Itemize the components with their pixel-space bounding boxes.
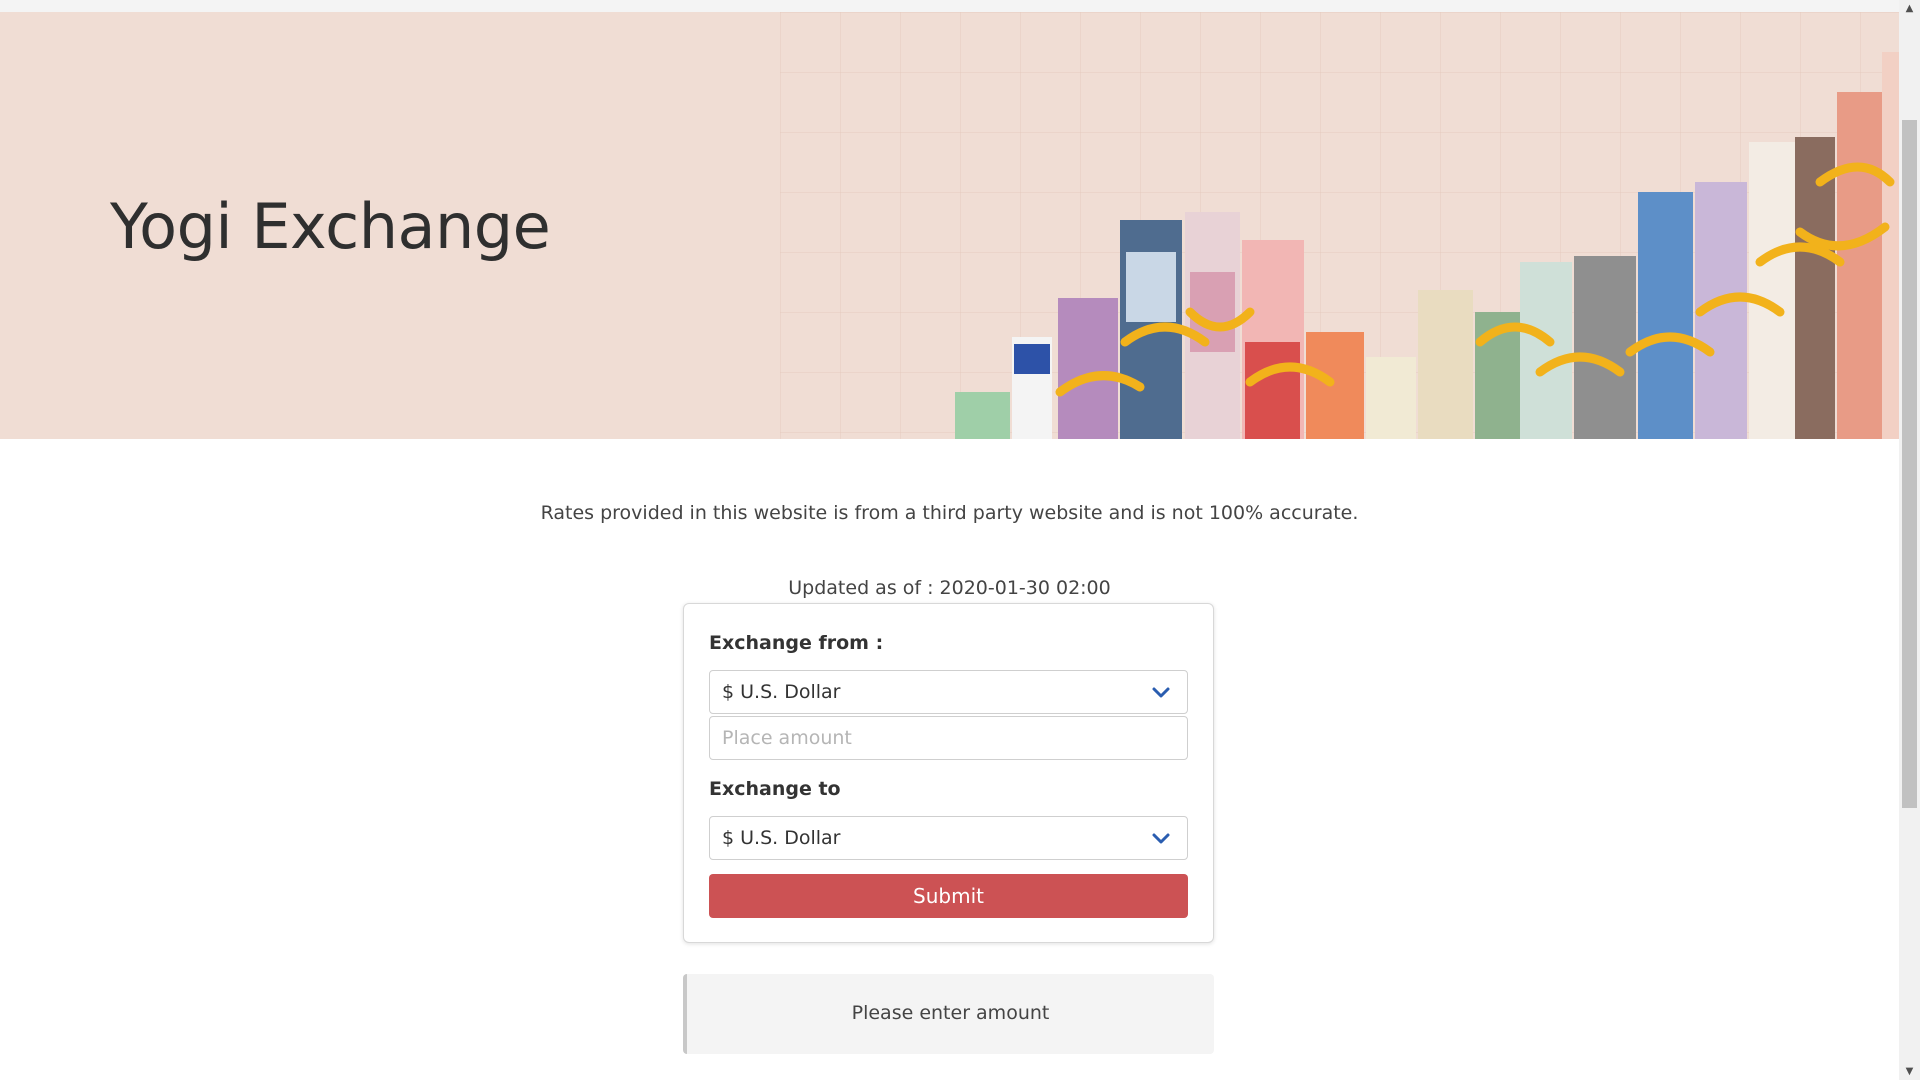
exchange-to-select[interactable]: $ U.S. Dollar: [709, 816, 1188, 860]
exchange-form-card: Exchange from : $ U.S. Dollar Exchange t…: [683, 603, 1214, 943]
page: Yogi Exchange Rates provided in this web…: [0, 0, 1899, 1080]
scroll-up-arrow-icon[interactable]: ▲: [1899, 0, 1920, 17]
exchange-from-label: Exchange from :: [709, 632, 884, 654]
disclaimer-text: Rates provided in this website is from a…: [540, 502, 1359, 524]
scrollbar-thumb[interactable]: [1902, 120, 1917, 808]
top-bar: [0, 0, 1899, 12]
scroll-down-arrow-icon[interactable]: ▼: [1899, 1063, 1920, 1080]
banknote-rolls: [955, 52, 1899, 439]
exchange-to-label: Exchange to: [709, 778, 841, 800]
amount-input[interactable]: [709, 716, 1188, 760]
updated-timestamp: Updated as of :2020-01-30 02:00: [0, 577, 1899, 599]
exchange-from-selected-value: $ U.S. Dollar: [722, 681, 841, 703]
hero-banner: Yogi Exchange: [0, 12, 1899, 439]
submit-button[interactable]: Submit: [709, 874, 1188, 918]
updated-label: Updated as of :: [788, 577, 934, 599]
chevron-down-icon: [1152, 687, 1170, 698]
result-message: Please enter amount: [851, 1002, 1050, 1024]
exchange-to-selected-value: $ U.S. Dollar: [722, 827, 841, 849]
result-message-box: Please enter amount: [683, 974, 1214, 1054]
rolled-banknotes-image: [955, 52, 1899, 439]
vertical-scrollbar[interactable]: ▲ ▼: [1899, 0, 1920, 1080]
exchange-from-select[interactable]: $ U.S. Dollar: [709, 670, 1188, 714]
site-title: Yogi Exchange: [110, 190, 551, 263]
updated-value: 2020-01-30 02:00: [939, 577, 1111, 599]
chevron-down-icon: [1152, 833, 1170, 844]
